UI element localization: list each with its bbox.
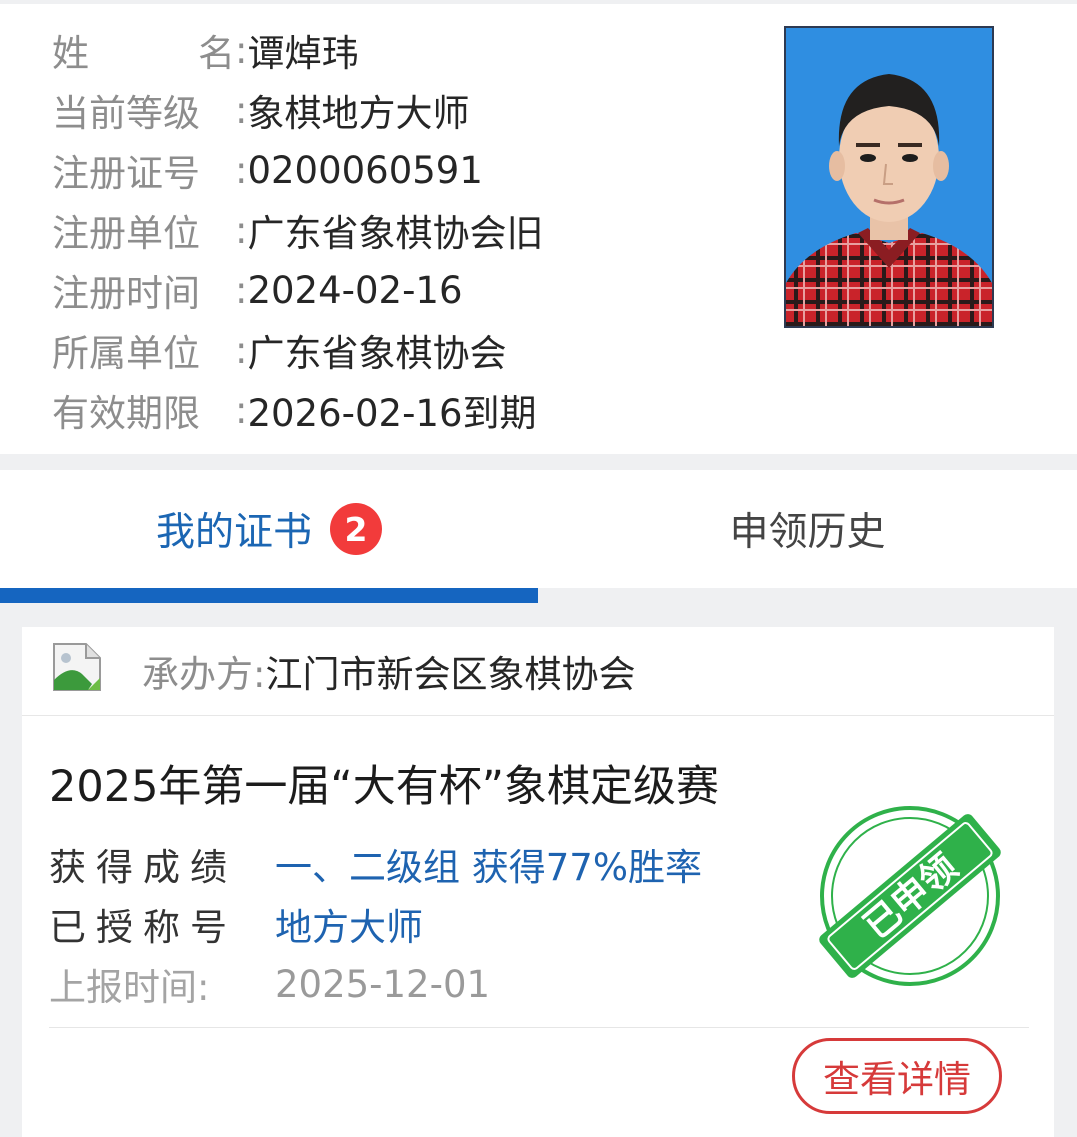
title-row: 已授称号 地方大师: [49, 897, 423, 951]
organizer-label: 承办方:: [142, 653, 266, 696]
view-details-button[interactable]: 查看详情: [792, 1038, 1002, 1114]
reg-number-label: 注册证号: [52, 152, 200, 195]
title-label: 已授称号: [49, 906, 237, 949]
broken-image-icon: [53, 643, 101, 691]
level-value: 象棋地方大师: [247, 92, 470, 135]
affiliation-label: 所属单位: [52, 332, 200, 375]
event-title: 2025年第一届“大有杯”象棋定级赛: [49, 762, 719, 812]
info-row-level: 当前等级 : 象棋地方大师: [52, 80, 469, 140]
title-value: 地方大师: [275, 906, 423, 949]
info-row-name: 姓 名 : 谭焯玮: [52, 20, 358, 80]
tab-application-history[interactable]: 申领历史: [538, 470, 1077, 588]
info-row-affiliation: 所属单位 : 广东省象棋协会: [52, 320, 506, 380]
reg-time-value: 2024-02-16: [247, 268, 463, 312]
count-badge: 2: [330, 503, 382, 555]
info-row-reg-unit: 注册单位 : 广东省象棋协会旧: [52, 200, 543, 260]
profile-panel: 姓 名 : 谭焯玮 当前等级 : 象棋地方大师 注册证号 : 020006059…: [0, 4, 1077, 454]
result-value: 一、二级组 获得77%胜率: [275, 846, 702, 889]
colon: :: [235, 28, 248, 72]
colon: :: [235, 208, 248, 252]
certificate-card: 承办方:江门市新会区象棋协会 2025年第一届“大有杯”象棋定级赛 获得成绩 一…: [22, 627, 1054, 1137]
colon: :: [235, 268, 248, 312]
validity-label: 有效期限: [52, 392, 200, 435]
level-label: 当前等级: [52, 92, 200, 135]
validity-value: 2026-02-16到期: [247, 392, 537, 435]
info-row-reg-time: 注册时间 : 2024-02-16: [52, 260, 463, 320]
affiliation-value: 广东省象棋协会: [247, 332, 507, 375]
report-time-label: 上报时间:: [49, 966, 210, 1009]
portrait-image: [786, 28, 992, 326]
colon: :: [235, 148, 248, 192]
active-tab-indicator: [0, 588, 538, 603]
info-row-reg-number: 注册证号 : 0200060591: [52, 140, 483, 200]
reg-unit-value: 广东省象棋协会旧: [247, 212, 544, 255]
organizer: 承办方:江门市新会区象棋协会: [142, 644, 635, 698]
reg-number-value: 0200060591: [247, 148, 483, 192]
name-value: 谭焯玮: [247, 32, 359, 75]
result-row: 获得成绩 一、二级组 获得77%胜率: [49, 837, 702, 891]
card-header: 承办方:江门市新会区象棋协会: [22, 627, 1054, 716]
colon: :: [235, 88, 248, 132]
organizer-name: 江门市新会区象棋协会: [265, 653, 636, 696]
colon: :: [235, 388, 248, 432]
card-divider: [49, 1027, 1029, 1028]
info-row-validity: 有效期限 : 2026-02-16到期: [52, 380, 537, 440]
report-time-value: 2025-12-01: [275, 962, 491, 1006]
tab-my-certificates-label: 我的证书: [155, 510, 312, 555]
tab-bar: 我的证书 2 申领历史: [0, 470, 1077, 588]
report-time-row: 上报时间: 2025-12-01: [49, 957, 490, 1011]
reg-unit-label: 注册单位: [52, 212, 200, 255]
name-label: 姓 名: [52, 32, 235, 75]
result-label: 获得成绩: [49, 846, 237, 889]
colon: :: [235, 328, 248, 372]
reg-time-label: 注册时间: [52, 272, 200, 315]
tab-application-history-label: 申领历史: [729, 510, 886, 555]
applied-stamp: 已申领: [819, 806, 1001, 986]
profile-photo: [784, 26, 994, 328]
tab-my-certificates[interactable]: 我的证书 2: [0, 470, 538, 588]
